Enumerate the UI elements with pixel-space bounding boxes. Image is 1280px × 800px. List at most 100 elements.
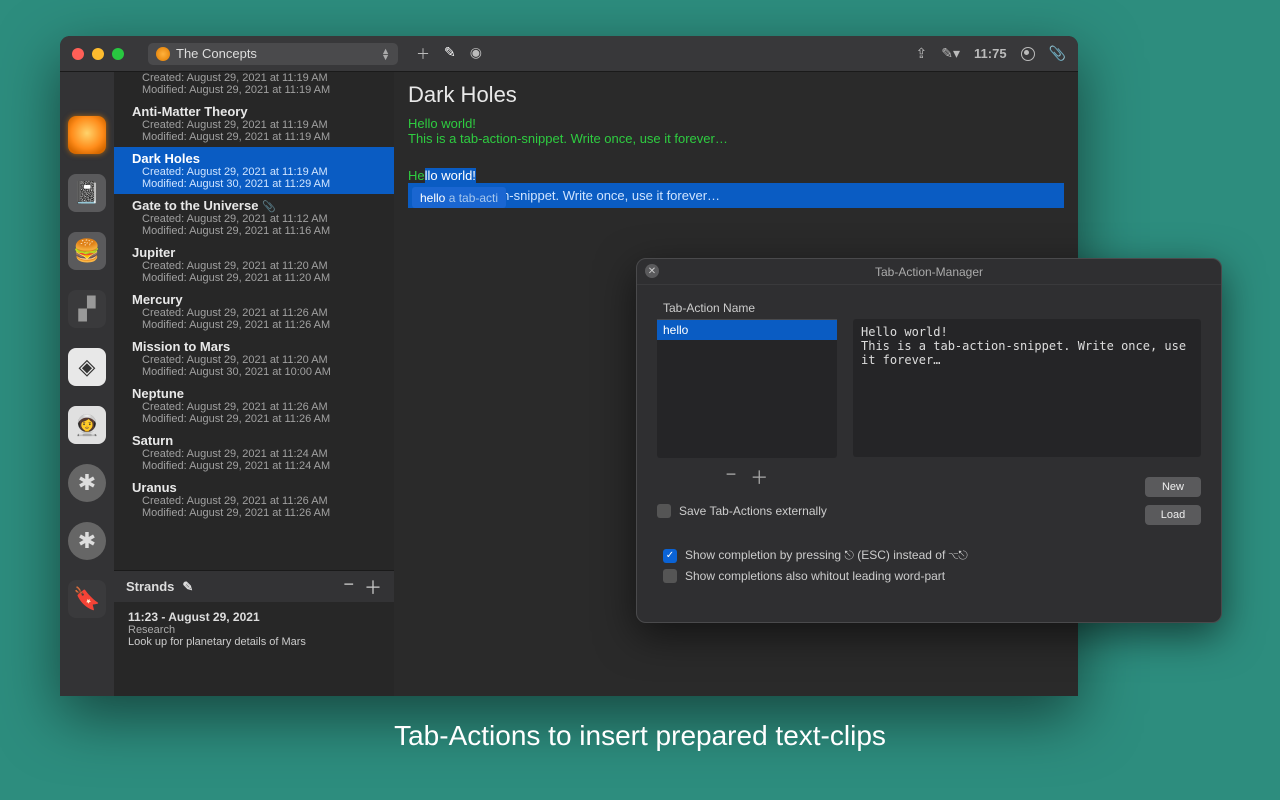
tab-action-preview[interactable]: Hello world! This is a tab-action-snippe… <box>853 319 1201 457</box>
note-item[interactable]: Dark HolesCreated: August 29, 2021 at 11… <box>114 147 394 194</box>
note-modified: Modified: August 29, 2021 at 11:24 AM <box>132 460 386 472</box>
save-externally-label: Save Tab-Actions externally <box>679 504 827 518</box>
paperclip-icon: 📎 <box>262 201 276 213</box>
rail-notebook-icon[interactable]: 📓 <box>68 174 106 212</box>
traffic-lights <box>72 48 124 60</box>
remove-tab-action-button[interactable]: − <box>726 464 737 490</box>
note-created: Created: August 29, 2021 at 11:19 AM <box>132 72 386 84</box>
note-title: Uranus <box>132 480 386 495</box>
tab-action-name-list[interactable]: hello <box>657 320 837 458</box>
new-button[interactable]: New <box>1145 477 1201 497</box>
zoom-window-button[interactable] <box>112 48 124 60</box>
strand-area: 11:23 - August 29, 2021ResearchLook up f… <box>114 602 394 696</box>
note-created: Created: August 29, 2021 at 11:20 AM <box>132 354 386 366</box>
clock-display: 11:75 <box>974 46 1007 61</box>
popup-titlebar: ✕ Tab-Action-Manager <box>637 259 1221 285</box>
popup-close-button[interactable]: ✕ <box>645 264 659 278</box>
note-item[interactable]: Mission to MarsCreated: August 29, 2021 … <box>114 335 394 382</box>
strands-add-button[interactable]: ＋ <box>364 574 382 600</box>
note-item[interactable]: SaturnCreated: August 29, 2021 at 11:24 … <box>114 429 394 476</box>
editor-line-3: Hello world! <box>408 168 1064 183</box>
editor-line-2: This is a tab-action-snippet. Write once… <box>408 131 1064 146</box>
strand-time: 11:23 - August 29, 2021 <box>128 610 380 624</box>
close-window-button[interactable] <box>72 48 84 60</box>
note-created: Created: August 29, 2021 at 11:20 AM <box>132 260 386 272</box>
rail-tablet-icon[interactable]: ▞ <box>68 290 106 328</box>
add-tab-action-button[interactable]: ＋ <box>750 464 768 490</box>
rail-alert2-icon[interactable]: ✱ <box>68 522 106 560</box>
sun-icon <box>156 47 170 61</box>
note-item[interactable]: Anti-Matter TheoryCreated: August 29, 20… <box>114 100 394 147</box>
strands-remove-button[interactable]: − <box>343 574 354 600</box>
note-title: Gate to the Universe 📎 <box>132 198 386 213</box>
save-externally-checkbox[interactable] <box>657 504 671 518</box>
load-button[interactable]: Load <box>1145 505 1201 525</box>
note-modified: Modified: August 29, 2021 at 11:26 AM <box>132 507 386 519</box>
show-completion-without-leading-label: Show completions also whitout leading wo… <box>685 569 945 583</box>
note-created: Created: August 29, 2021 at 11:19 AM <box>132 119 386 131</box>
note-list[interactable]: Created: August 29, 2021 at 11:19 AMModi… <box>114 72 394 696</box>
note-item[interactable]: UranusCreated: August 29, 2021 at 11:26 … <box>114 476 394 523</box>
show-completion-without-leading-checkbox[interactable] <box>663 569 677 583</box>
preview-mode-icon[interactable]: ◉ <box>470 44 482 64</box>
note-modified: Modified: August 29, 2021 at 11:20 AM <box>132 272 386 284</box>
note-modified: Modified: August 30, 2021 at 11:29 AM <box>132 178 386 190</box>
tab-action-name-header: Tab-Action Name <box>657 297 837 320</box>
share-icon[interactable]: ⇪ <box>916 45 928 62</box>
document-dropdown-label: The Concepts <box>176 46 257 61</box>
tab-action-row-selected[interactable]: hello <box>657 320 837 340</box>
document-dropdown[interactable]: The Concepts ▲▼ <box>148 43 398 65</box>
note-title: Jupiter <box>132 245 386 260</box>
minimize-window-button[interactable] <box>92 48 104 60</box>
show-completion-esc-checkbox[interactable]: ✓ <box>663 549 677 563</box>
rail-sun-icon[interactable] <box>68 116 106 154</box>
note-created: Created: August 29, 2021 at 11:19 AM <box>132 166 386 178</box>
note-item[interactable]: Gate to the Universe 📎Created: August 29… <box>114 194 394 241</box>
updown-icon: ▲▼ <box>381 48 390 60</box>
document-title: Dark Holes <box>408 82 1064 108</box>
note-item[interactable]: NeptuneCreated: August 29, 2021 at 11:26… <box>114 382 394 429</box>
note-item[interactable]: JupiterCreated: August 29, 2021 at 11:20… <box>114 241 394 288</box>
target-icon[interactable] <box>1021 47 1035 61</box>
note-item[interactable]: MercuryCreated: August 29, 2021 at 11:26… <box>114 288 394 335</box>
rail-burger-icon[interactable]: 🍔 <box>68 232 106 270</box>
note-item[interactable]: Created: August 29, 2021 at 11:19 AMModi… <box>114 72 394 100</box>
editor-line-4: hello a tab-actin-snippet. Write once, u… <box>408 183 1064 208</box>
note-title: Anti-Matter Theory <box>132 104 386 119</box>
tab-action-manager-window: ✕ Tab-Action-Manager Tab-Action Name hel… <box>636 258 1222 623</box>
note-title: Dark Holes <box>132 151 386 166</box>
note-created: Created: August 29, 2021 at 11:24 AM <box>132 448 386 460</box>
paperclip-icon[interactable]: 📎 <box>1049 45 1066 62</box>
note-modified: Modified: August 29, 2021 at 11:19 AM <box>132 84 386 96</box>
rail-astronaut-icon[interactable]: 👩‍🚀 <box>68 406 106 444</box>
note-modified: Modified: August 30, 2021 at 10:00 AM <box>132 366 386 378</box>
note-created: Created: August 29, 2021 at 11:26 AM <box>132 307 386 319</box>
titlebar: The Concepts ▲▼ ＋ ✎ ◉ ⇪ ✎▾ 11:75 📎 <box>60 36 1078 72</box>
note-modified: Modified: August 29, 2021 at 11:16 AM <box>132 225 386 237</box>
editor-line-1: Hello world! <box>408 116 1064 131</box>
note-title: Neptune <box>132 386 386 401</box>
note-modified: Modified: August 29, 2021 at 11:26 AM <box>132 319 386 331</box>
note-modified: Modified: August 29, 2021 at 11:19 AM <box>132 131 386 143</box>
edit-mode-icon[interactable]: ✎ <box>444 44 456 64</box>
show-completion-esc-label: Show completion by pressing ⎋ (ESC) inst… <box>685 548 968 563</box>
rail-alert1-icon[interactable]: ✱ <box>68 464 106 502</box>
rail-eye-icon[interactable]: ◈ <box>68 348 106 386</box>
autocomplete-popup[interactable]: hello a tab-acti <box>412 187 506 208</box>
icon-rail: 📓 🍔 ▞ ◈ 👩‍🚀 ✱ ✱ 🔖 <box>60 72 114 696</box>
add-button[interactable]: ＋ <box>416 44 430 64</box>
popup-title: Tab-Action-Manager <box>875 265 983 279</box>
note-created: Created: August 29, 2021 at 11:26 AM <box>132 401 386 413</box>
note-title: Mercury <box>132 292 386 307</box>
strand-body: Look up for planetary details of Mars <box>128 636 380 648</box>
strand-item[interactable]: 11:23 - August 29, 2021ResearchLook up f… <box>114 602 394 656</box>
strands-header: Strands ✎ −＋ <box>114 570 394 602</box>
strands-label: Strands <box>126 579 174 594</box>
strand-category: Research <box>128 624 380 636</box>
compose-icon[interactable]: ✎▾ <box>941 45 960 62</box>
rail-bookmark-icon[interactable]: 🔖 <box>68 580 106 618</box>
note-modified: Modified: August 29, 2021 at 11:26 AM <box>132 413 386 425</box>
note-created: Created: August 29, 2021 at 11:26 AM <box>132 495 386 507</box>
strands-edit-icon[interactable]: ✎ <box>182 579 193 595</box>
marketing-caption: Tab-Actions to insert prepared text-clip… <box>0 720 1280 752</box>
